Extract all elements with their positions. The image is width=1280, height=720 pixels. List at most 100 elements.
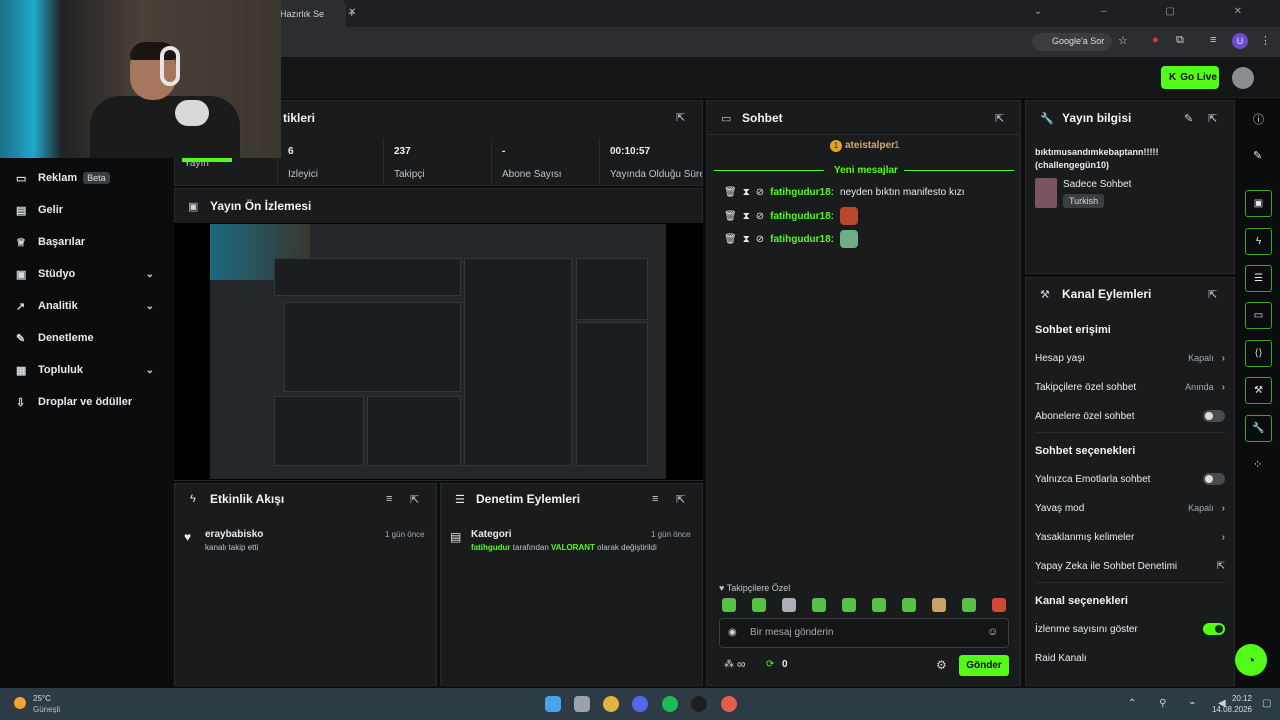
- popout-icon[interactable]: ⇱: [410, 493, 419, 506]
- rail-moderation-button[interactable]: ☰: [1245, 265, 1272, 292]
- sidebar-item-gelir[interactable]: ▤ Gelir: [16, 200, 166, 220]
- moderation-icon: ✎: [16, 332, 26, 345]
- row-label: Yalnızca Emotlarla sohbet: [1035, 473, 1151, 485]
- emote-icon[interactable]: [782, 598, 796, 612]
- row-label: Abonelere özel sohbet: [1035, 410, 1135, 422]
- timeout-icon[interactable]: ⧗: [743, 211, 750, 222]
- emote-icon[interactable]: [992, 598, 1006, 612]
- row-label: Yasaklanmış kelimeler: [1035, 531, 1135, 543]
- reading-list-icon[interactable]: ≡: [1210, 34, 1216, 46]
- sidebar-item-studyo[interactable]: ▣ Stüdyo ⌄: [16, 264, 166, 284]
- browser-icon[interactable]: [721, 696, 737, 712]
- slow-mode-row[interactable]: Yavaş mod Kapalı ›: [1035, 500, 1225, 516]
- emote-icon[interactable]: [722, 598, 736, 612]
- stat-value: -: [502, 146, 506, 157]
- rail-chat-button[interactable]: ▭: [1245, 302, 1272, 329]
- profile-avatar[interactable]: U: [1232, 33, 1248, 49]
- browser-tab[interactable]: Hazırlık Se: [270, 0, 346, 27]
- layout-icon[interactable]: ⁘: [1253, 458, 1262, 471]
- spotify-icon[interactable]: [662, 696, 678, 712]
- rail-actions-button[interactable]: ⚒: [1245, 377, 1272, 404]
- send-button[interactable]: Gönder: [959, 655, 1009, 676]
- emote-icon[interactable]: [872, 598, 886, 612]
- chat-username[interactable]: fatihgudur18:: [770, 234, 834, 245]
- ban-icon[interactable]: ⊘: [756, 211, 764, 222]
- followers-chat-row[interactable]: Takipçilere özel sohbet Anında ›: [1035, 379, 1225, 395]
- extension-icon[interactable]: ●: [1152, 34, 1159, 46]
- emote-icon[interactable]: [962, 598, 976, 612]
- obs-icon[interactable]: [691, 696, 707, 712]
- emote-icon[interactable]: [812, 598, 826, 612]
- window-controls[interactable]: ⌄ – ▢ ✕: [1034, 6, 1270, 17]
- filter-icon[interactable]: ≡: [386, 493, 392, 505]
- emote-icon[interactable]: [932, 598, 946, 612]
- ban-icon[interactable]: ⊘: [756, 234, 764, 245]
- sidebar-item-denetleme[interactable]: ✎ Denetleme: [16, 328, 166, 348]
- new-tab-icon[interactable]: +: [348, 5, 356, 20]
- clock-time[interactable]: 20:12: [1222, 694, 1252, 703]
- wrench-icon: 🔧: [1252, 423, 1265, 434]
- sidebar-item-basarilar[interactable]: ♕ Başarılar: [16, 232, 166, 252]
- edit-icon[interactable]: ✎: [1184, 112, 1193, 125]
- weather-text: Güneşli: [33, 705, 61, 714]
- moderation-user[interactable]: fatihgudur: [471, 543, 511, 552]
- notification-icon[interactable]: ▢: [1262, 698, 1271, 709]
- filter-icon[interactable]: ≡: [652, 493, 658, 505]
- code-icon: ⟨⟩: [1254, 348, 1263, 359]
- rail-embed-button[interactable]: ⟨⟩: [1245, 340, 1272, 367]
- emote-only-toggle[interactable]: [1203, 473, 1225, 485]
- windows-start-icon[interactable]: [545, 696, 561, 712]
- emote-icon[interactable]: [842, 598, 856, 612]
- user-avatar[interactable]: [1232, 67, 1254, 89]
- stream-category[interactable]: Sadece Sohbet: [1063, 179, 1131, 190]
- support-button[interactable]: ◔: [1235, 644, 1267, 676]
- rail-info-button[interactable]: 🔧: [1245, 415, 1272, 442]
- delete-icon[interactable]: 🗑: [724, 234, 737, 245]
- pinned-user[interactable]: ateistalper: [845, 140, 895, 151]
- chat-username[interactable]: fatihgudur18:: [770, 211, 834, 222]
- chat-identity-icon[interactable]: ◉: [728, 627, 737, 638]
- account-age-row[interactable]: Hesap yaşı Kapalı ›: [1035, 350, 1225, 366]
- popout-icon[interactable]: ⇱: [995, 112, 1004, 125]
- ai-moderation-row[interactable]: Yapay Zeka ile Sohbet Denetimi ⇱: [1035, 558, 1225, 574]
- go-live-button[interactable]: K Go Live: [1161, 66, 1219, 89]
- google-ask-button[interactable]: Google'a Sor: [1032, 33, 1113, 51]
- popout-icon[interactable]: ⇱: [1208, 112, 1217, 125]
- discord-icon[interactable]: [632, 696, 648, 712]
- file-explorer-icon[interactable]: [574, 696, 590, 712]
- info-icon[interactable]: ⓘ: [1253, 111, 1264, 127]
- sidebar-item-topluluk[interactable]: ▦ Topluluk ⌄: [16, 360, 166, 380]
- chat-username[interactable]: fatihgudur18:: [770, 187, 834, 198]
- sidebar-item-analitik[interactable]: ↗ Analitik ⌄: [16, 296, 166, 316]
- sidebar-item-reklam[interactable]: ▭ Reklam Beta: [16, 168, 166, 188]
- weather-temp[interactable]: 25°C: [33, 694, 51, 703]
- delete-icon[interactable]: 🗑: [724, 211, 737, 222]
- bookmark-star-icon[interactable]: ☆: [1118, 34, 1128, 47]
- extensions-puzzle-icon[interactable]: ⧉: [1176, 34, 1184, 47]
- chat-message: 🗑 ⧗ ⊘ fatihgudur18:: [724, 207, 859, 225]
- subs-chat-toggle[interactable]: [1203, 410, 1225, 422]
- chrome-icon[interactable]: [603, 696, 619, 712]
- timeout-icon[interactable]: ⧗: [743, 234, 750, 245]
- browser-menu-icon[interactable]: ⋮: [1260, 34, 1271, 47]
- sidebar-item-droplar[interactable]: ⇩ Droplar ve ödüller: [16, 392, 166, 412]
- rail-preview-button[interactable]: ▣: [1245, 190, 1272, 217]
- emoji-picker-icon[interactable]: ☺: [987, 626, 998, 638]
- preview-mini-actions: [576, 322, 648, 466]
- activity-user[interactable]: eraybabisko: [205, 529, 263, 540]
- popout-icon[interactable]: ⇱: [676, 111, 685, 124]
- ban-icon[interactable]: ⊘: [756, 187, 764, 198]
- popout-icon[interactable]: ⇱: [676, 493, 685, 506]
- banned-words-row[interactable]: Yasaklanmış kelimeler ›: [1035, 529, 1225, 545]
- emote-icon[interactable]: [902, 598, 916, 612]
- raid-row[interactable]: Raid Kanalı: [1035, 650, 1225, 666]
- timeout-icon[interactable]: ⧗: [743, 187, 750, 198]
- delete-icon[interactable]: 🗑: [724, 187, 737, 198]
- pencil-icon[interactable]: ✎: [1253, 149, 1262, 162]
- rail-activity-button[interactable]: ϟ: [1245, 228, 1272, 255]
- popout-icon[interactable]: ⇱: [1208, 288, 1217, 301]
- show-viewers-toggle[interactable]: [1203, 623, 1225, 635]
- chat-settings-icon[interactable]: ⚙: [936, 658, 947, 672]
- emote-icon[interactable]: [752, 598, 766, 612]
- send-label: Gönder: [966, 660, 1002, 671]
